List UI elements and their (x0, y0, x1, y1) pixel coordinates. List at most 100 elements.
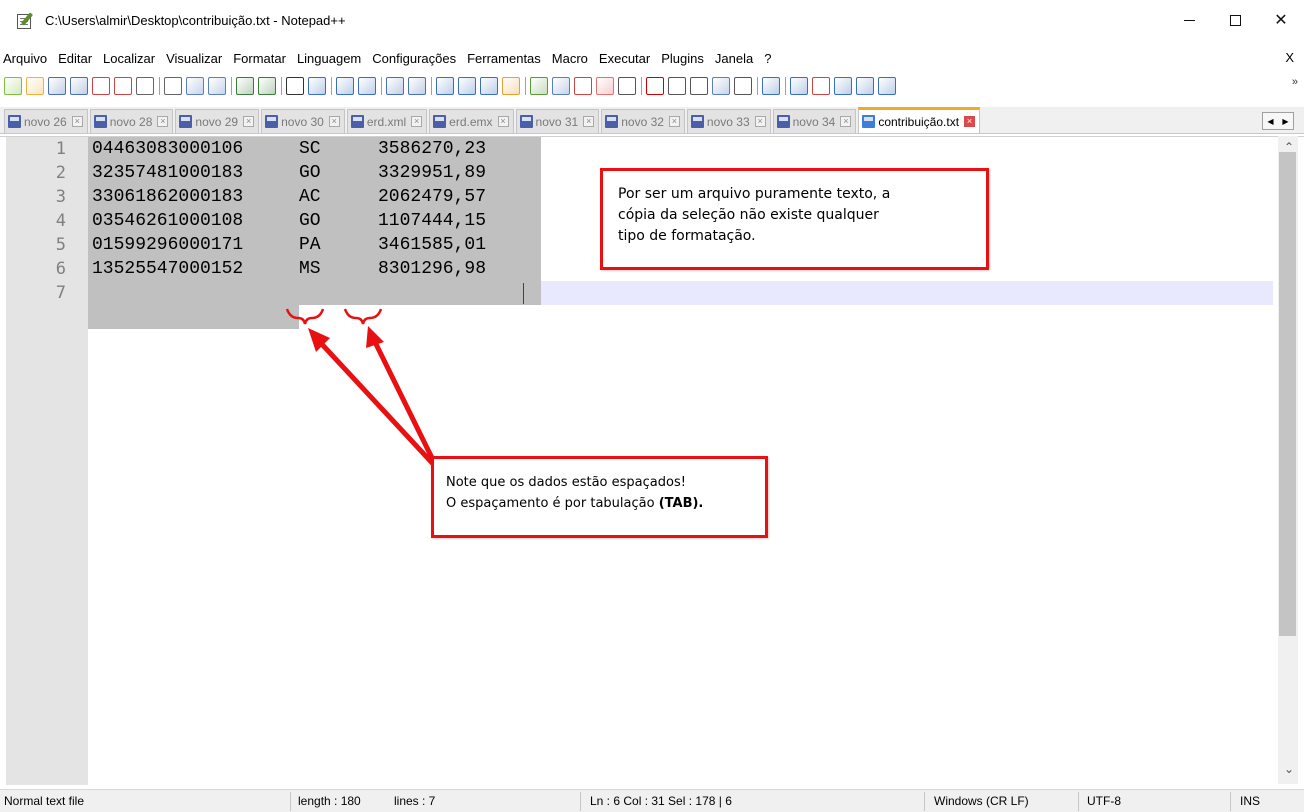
sync-horizontal-icon[interactable] (408, 77, 426, 95)
menu-item[interactable]: Visualizar (166, 51, 222, 66)
stop-macro-icon[interactable] (668, 77, 686, 95)
run-macro-multiple-icon[interactable] (712, 77, 730, 95)
close-document-button[interactable]: X (1285, 50, 1294, 65)
tab-close-icon[interactable]: × (328, 116, 340, 127)
callout-tab-spacing: Note que os dados estão espaçados! O esp… (431, 456, 768, 538)
word-wrap-icon[interactable] (436, 77, 454, 95)
indent-guide-icon[interactable] (480, 77, 498, 95)
cut-icon[interactable] (164, 77, 182, 95)
undo-icon[interactable] (236, 77, 254, 95)
menu-item[interactable]: Plugins (661, 51, 704, 66)
toolbar-overflow-button[interactable]: » (1292, 76, 1298, 88)
menu-item[interactable]: Janela (715, 51, 753, 66)
field-code: 32357481000183 (92, 163, 244, 183)
menu-item[interactable]: Macro (552, 51, 588, 66)
menu-item[interactable]: Linguagem (297, 51, 361, 66)
first-diff-icon[interactable] (834, 77, 852, 95)
tab-close-icon[interactable]: × (583, 116, 595, 127)
print-icon[interactable] (136, 77, 154, 95)
scrollbar-thumb[interactable] (1279, 152, 1296, 636)
zoom-out-icon[interactable] (358, 77, 376, 95)
menu-item[interactable]: Ferramentas (467, 51, 541, 66)
menu-item[interactable]: Configurações (372, 51, 456, 66)
folder-workspace-icon[interactable] (596, 77, 614, 95)
new-file-icon[interactable] (4, 77, 22, 95)
field-value: 3329951,89 (378, 163, 487, 183)
line-number-gutter: 1 2 3 4 5 6 7 (6, 137, 88, 785)
tab-scroll-right-icon[interactable]: ▶ (1282, 117, 1288, 126)
compare-diff-icon[interactable] (790, 77, 808, 95)
next-diff-icon[interactable] (878, 77, 896, 95)
tab-novo-33[interactable]: novo 33 × (686, 109, 771, 133)
save-status-icon (179, 115, 193, 128)
compare-clear-icon[interactable] (812, 77, 830, 95)
save-icon[interactable] (48, 77, 66, 95)
tab-scroll-left-icon[interactable]: ◀ (1267, 117, 1273, 126)
maximize-icon (1229, 14, 1241, 26)
tab-novo-26[interactable]: novo 26 × (4, 109, 88, 133)
prev-diff-icon[interactable] (856, 77, 874, 95)
monitoring-icon[interactable] (618, 77, 636, 95)
tab-novo-31[interactable]: novo 31 × (515, 109, 600, 133)
show-all-chars-icon[interactable] (458, 77, 476, 95)
tab-erd-xml[interactable]: erd.xml × (346, 109, 428, 133)
callout-tab-spacing-line1: Note que os dados estão espaçados! (446, 475, 686, 490)
tab-close-icon[interactable]: × (243, 116, 255, 127)
tab-contribui-o-txt[interactable]: contribuição.txt × (858, 107, 981, 133)
tab-scroll-arrows[interactable]: ◀ ▶ (1262, 112, 1294, 130)
menu-item[interactable]: Editar (58, 51, 92, 66)
menu-item[interactable]: ? (764, 51, 771, 66)
tab-close-icon[interactable]: × (754, 116, 766, 127)
udl-icon[interactable] (502, 77, 520, 95)
field-value: 3586270,23 (378, 139, 487, 159)
maximize-button[interactable] (1212, 0, 1258, 40)
replace-icon[interactable] (308, 77, 326, 95)
callout-plain-text-line1: Por ser um arquivo puramente texto, a (618, 186, 891, 202)
menu-item[interactable]: Formatar (233, 51, 286, 66)
copy-icon[interactable] (186, 77, 204, 95)
tab-close-icon[interactable]: × (157, 116, 169, 127)
tab-close-icon[interactable]: × (840, 116, 852, 127)
doc-map-icon[interactable] (530, 77, 548, 95)
record-macro-icon[interactable] (646, 77, 664, 95)
tab-novo-34[interactable]: novo 34 × (772, 109, 857, 133)
tab-close-icon[interactable]: × (71, 116, 83, 127)
status-separator (1078, 792, 1079, 811)
tab-novo-32[interactable]: novo 32 × (601, 109, 685, 133)
function-list-icon[interactable] (574, 77, 592, 95)
tab-close-icon[interactable]: × (668, 116, 680, 127)
sync-vertical-icon[interactable] (386, 77, 404, 95)
tab-close-icon[interactable]: × (964, 116, 976, 127)
toolbar-separator (785, 77, 786, 95)
callout-tab-spacing-bold: (TAB). (658, 496, 704, 511)
scroll-up-icon[interactable]: ⌃ (1284, 140, 1294, 154)
compare-icon[interactable] (762, 77, 780, 95)
menu-item[interactable]: Executar (599, 51, 650, 66)
status-bar: Normal text file length : 180 lines : 7 … (0, 789, 1304, 812)
redo-icon[interactable] (258, 77, 276, 95)
tab-close-icon[interactable]: × (497, 116, 509, 127)
save-macro-icon[interactable] (734, 77, 752, 95)
close-window-button[interactable]: ✕ (1258, 0, 1304, 40)
zoom-in-icon[interactable] (336, 77, 354, 95)
status-separator (924, 792, 925, 811)
tab-novo-28[interactable]: novo 28 × (89, 109, 174, 133)
tab-close-icon[interactable]: × (411, 116, 423, 127)
menu-item[interactable]: Localizar (103, 51, 155, 66)
find-icon[interactable] (286, 77, 304, 95)
callout-tab-spacing-line2-text: O espaçamento é por tabulação (446, 496, 659, 511)
doc-list-icon[interactable] (552, 77, 570, 95)
minimize-button[interactable] (1166, 0, 1212, 40)
close-icon[interactable] (92, 77, 110, 95)
paste-icon[interactable] (208, 77, 226, 95)
save-all-icon[interactable] (70, 77, 88, 95)
save-status-icon (93, 115, 107, 128)
tab-erd-emx[interactable]: erd.emx × (429, 109, 514, 133)
close-all-icon[interactable] (114, 77, 132, 95)
tab-novo-30[interactable]: novo 30 × (261, 109, 345, 133)
open-file-icon[interactable] (26, 77, 44, 95)
scroll-down-icon[interactable]: ⌄ (1284, 762, 1294, 776)
play-macro-icon[interactable] (690, 77, 708, 95)
menu-item[interactable]: Arquivo (3, 51, 47, 66)
tab-novo-29[interactable]: novo 29 × (175, 109, 260, 133)
